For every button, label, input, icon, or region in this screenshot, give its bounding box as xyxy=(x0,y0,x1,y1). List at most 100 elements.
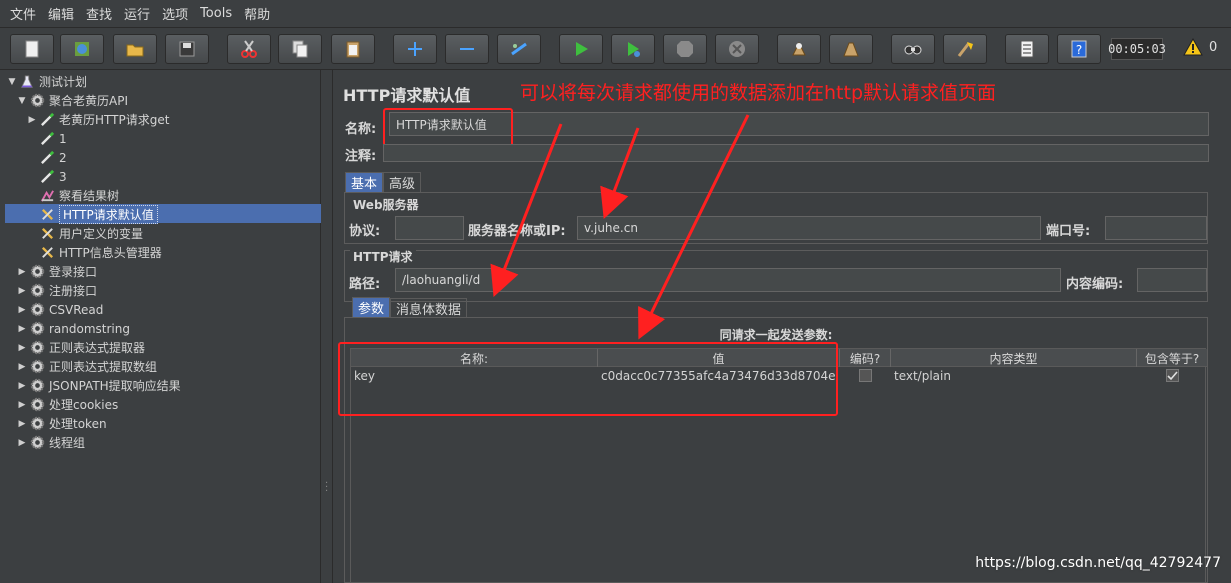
tree-node[interactable]: ▶ CSVRead xyxy=(16,300,104,319)
stop-button[interactable] xyxy=(663,34,707,64)
tree-collapsed-icon[interactable]: ▶ xyxy=(16,381,28,391)
tree-collapsed-icon[interactable]: ▶ xyxy=(16,343,28,353)
tree-node[interactable]: 1 xyxy=(26,129,67,148)
tree-collapsed-icon[interactable]: ▶ xyxy=(16,324,28,334)
tree-expanded-icon[interactable]: ▼ xyxy=(16,96,28,106)
include-equals-checkbox[interactable] xyxy=(1165,369,1179,382)
expand-button[interactable] xyxy=(393,34,437,64)
tree-node[interactable]: ▼ 测试计划 xyxy=(6,72,87,91)
check-icon xyxy=(1166,371,1178,381)
new-button[interactable] xyxy=(10,34,54,64)
tree-node[interactable]: 用户定义的变量 xyxy=(26,224,143,243)
tree-node[interactable]: 3 xyxy=(26,167,67,186)
row-content-type[interactable]: text/plain xyxy=(891,367,1137,384)
tree-node[interactable]: ▼ 聚合老黄历API xyxy=(16,91,128,110)
gear-icon xyxy=(28,282,46,300)
templates-button[interactable] xyxy=(60,34,104,64)
col-content-type[interactable]: 内容类型 xyxy=(891,349,1137,367)
tree-node-label: JSONPATH提取响应结果 xyxy=(49,379,181,393)
toggle-button[interactable] xyxy=(497,34,541,64)
svg-text:?: ? xyxy=(1076,43,1082,57)
tree-collapsed-icon[interactable]: ▶ xyxy=(26,115,38,125)
tree-node[interactable]: ▶ 注册接口 xyxy=(16,281,97,300)
path-field[interactable]: /laohuangli/d xyxy=(395,268,1061,292)
tab-basic[interactable]: 基本 xyxy=(345,172,384,192)
shutdown-button[interactable] xyxy=(715,34,759,64)
path-label: 路径: xyxy=(349,277,381,292)
warning-count: 0 xyxy=(1209,39,1218,55)
reset-search-button[interactable] xyxy=(943,34,987,64)
pipette-icon xyxy=(38,111,56,129)
help-button[interactable]: ? xyxy=(1057,34,1101,64)
cut-button[interactable] xyxy=(227,34,271,64)
tree-node[interactable]: 2 xyxy=(26,148,67,167)
tree-node[interactable]: ▶ 老黄历HTTP请求get xyxy=(26,110,169,129)
tree-node-label: 处理token xyxy=(49,417,107,431)
menu-4[interactable]: 选项 xyxy=(156,4,194,23)
tree-node[interactable]: HTTP请求默认值 xyxy=(26,205,158,224)
tree-node[interactable]: ▶ 正则表达式提取器 xyxy=(16,338,145,357)
tab-advanced[interactable]: 高级 xyxy=(383,172,422,192)
tree-node[interactable]: HTTP信息头管理器 xyxy=(26,243,162,262)
wrench-icon xyxy=(38,225,56,243)
splitter[interactable]: · · · xyxy=(321,70,333,583)
clear-icon xyxy=(792,41,806,56)
tree-node[interactable]: 察看结果树 xyxy=(26,186,119,205)
tree-expanded-icon[interactable]: ▼ xyxy=(6,77,18,87)
tree-collapsed-icon[interactable]: ▶ xyxy=(16,438,28,448)
tab-body-data[interactable]: 消息体数据 xyxy=(390,298,468,318)
menu-6[interactable]: 帮助 xyxy=(238,4,276,23)
function-helper-button[interactable] xyxy=(1005,34,1049,64)
tree-node[interactable]: ▶ JSONPATH提取响应结果 xyxy=(16,376,181,395)
tree-node[interactable]: ▶ 登录接口 xyxy=(16,262,97,281)
encode-checkbox[interactable] xyxy=(859,369,872,382)
col-include-equals[interactable]: 包含等于? xyxy=(1137,349,1207,367)
function-helper-icon xyxy=(1020,40,1034,58)
tree-collapsed-icon[interactable]: ▶ xyxy=(16,305,28,315)
clear-all-button[interactable] xyxy=(829,34,873,64)
tree-node-label: 注册接口 xyxy=(49,284,98,298)
clear-button[interactable] xyxy=(777,34,821,64)
tree-collapsed-icon[interactable]: ▶ xyxy=(16,400,28,410)
tree-collapsed-icon[interactable]: ▶ xyxy=(16,362,28,372)
paste-button[interactable] xyxy=(331,34,375,64)
tree-node[interactable]: ▶ 线程组 xyxy=(16,433,85,452)
menu-2[interactable]: 查找 xyxy=(80,4,118,23)
tree-node-label: 正则表达式提取数组 xyxy=(49,360,158,374)
tree-node[interactable]: ▶ 处理cookies xyxy=(16,395,118,414)
menu-3[interactable]: 运行 xyxy=(118,4,156,23)
protocol-field[interactable] xyxy=(395,216,464,240)
menu-5[interactable]: Tools xyxy=(194,6,238,21)
tree-node-label: HTTP信息头管理器 xyxy=(59,246,162,260)
tree-node-label: 正则表达式提取器 xyxy=(49,341,146,355)
port-field[interactable] xyxy=(1105,216,1207,240)
annotation-box-params xyxy=(338,342,838,416)
save-button[interactable] xyxy=(165,34,209,64)
server-field[interactable]: v.juhe.cn xyxy=(577,216,1041,240)
start-button[interactable] xyxy=(559,34,603,64)
encoding-field[interactable] xyxy=(1137,268,1207,292)
encoding-label: 内容编码: xyxy=(1066,277,1124,292)
col-encode[interactable]: 编码? xyxy=(840,349,891,367)
menu-1[interactable]: 编辑 xyxy=(42,4,80,23)
tree-node[interactable]: ▶ 处理token xyxy=(16,414,107,433)
warning-indicator[interactable]: 0 xyxy=(1183,38,1217,56)
tree-collapsed-icon[interactable]: ▶ xyxy=(16,267,28,277)
tree-node[interactable]: ▶ 正则表达式提取数组 xyxy=(16,357,157,376)
tree-node[interactable]: ▶ randomstring xyxy=(16,319,130,338)
protocol-label: 协议: xyxy=(349,224,381,239)
tree-collapsed-icon[interactable]: ▶ xyxy=(16,286,28,296)
copy-button[interactable] xyxy=(278,34,322,64)
gear-icon xyxy=(28,92,46,110)
new-icon xyxy=(25,40,39,58)
collapse-button[interactable] xyxy=(445,34,489,64)
tree-collapsed-icon[interactable]: ▶ xyxy=(16,419,28,429)
start-no-pause-button[interactable] xyxy=(611,34,655,64)
gear-icon xyxy=(28,301,46,319)
menu-0[interactable]: 文件 xyxy=(4,4,42,23)
comment-field[interactable] xyxy=(383,144,1209,162)
search-button[interactable] xyxy=(891,34,935,64)
open-button[interactable] xyxy=(113,34,157,64)
http-request-title: HTTP请求 xyxy=(350,248,416,265)
tab-parameters[interactable]: 参数 xyxy=(352,297,391,317)
